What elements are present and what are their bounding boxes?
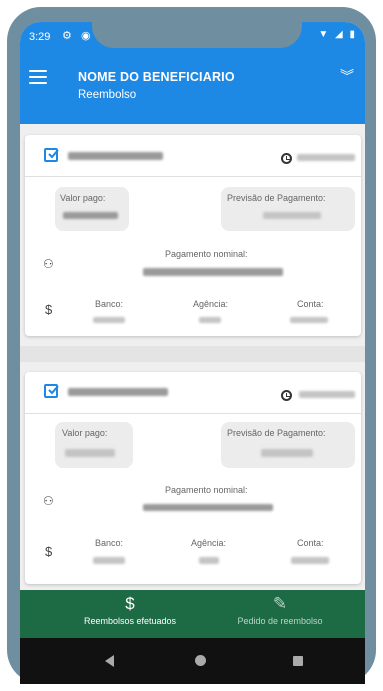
- list-separator: [20, 346, 365, 362]
- clock-icon: [281, 153, 292, 164]
- signal-icon: ◢: [335, 29, 345, 40]
- redacted-conta: [290, 317, 328, 323]
- clock-icon: [281, 390, 292, 401]
- page-title: NOME DO BENEFICIARIO: [78, 70, 235, 84]
- status-right-icons: ▼ ◢ ▮: [318, 29, 357, 40]
- person-check-icon: ⚇: [43, 494, 54, 508]
- nav-pedido-de-reembolso[interactable]: ✎ Pedido de reembolso: [215, 590, 345, 638]
- nav-label: Reembolsos efetuados: [83, 616, 177, 626]
- status-time: 3:29: [29, 31, 51, 43]
- checkbox-icon[interactable]: [44, 384, 59, 398]
- redacted-valor: [63, 212, 118, 219]
- conta-label: Conta:: [297, 299, 324, 309]
- previsao-label: Previsão de Pagamento:: [227, 428, 326, 438]
- back-icon[interactable]: [105, 655, 114, 667]
- redacted-banco: [93, 317, 125, 323]
- dollar-icon: $: [45, 302, 53, 317]
- redacted-banco: [93, 557, 125, 564]
- battery-icon: ▮: [349, 29, 357, 40]
- app-bar: NOME DO BENEFICIARIO Reembolso ︾: [20, 52, 365, 124]
- checkbox-icon[interactable]: [44, 148, 59, 162]
- valor-pago-label: Valor pago:: [62, 428, 108, 438]
- redacted-agencia: [199, 317, 221, 323]
- banco-label: Banco:: [95, 299, 124, 309]
- menu-icon[interactable]: [29, 70, 47, 88]
- alert-icon: ◉: [80, 30, 94, 42]
- redacted-conta: [291, 557, 329, 564]
- reimbursement-card[interactable]: Valor pago: Previsão de Pagamento: ⚇ Pag…: [25, 135, 361, 336]
- dollar-icon: $: [125, 594, 135, 613]
- redacted-previsao: [263, 212, 321, 219]
- card-divider: [25, 176, 361, 177]
- phone-notch: [92, 14, 302, 48]
- system-navigation-bar: [20, 638, 365, 684]
- previsao-label: Previsão de Pagamento:: [227, 193, 326, 203]
- phone-screen: 3:29 ⚙ ◉ ▣ ▼ ◢ ▮ NOME DO BENEFICIARIO Re…: [20, 22, 365, 684]
- redacted-agencia: [199, 557, 219, 564]
- valor-pago-label: Valor pago:: [60, 193, 106, 203]
- conta-label: Conta:: [297, 538, 324, 548]
- pagamento-nominal-label: Pagamento nominal:: [165, 249, 248, 259]
- phone-frame: 3:29 ⚙ ◉ ▣ ▼ ◢ ▮ NOME DO BENEFICIARIO Re…: [7, 7, 376, 684]
- redacted-date: [297, 154, 355, 161]
- nav-label: Pedido de reembolso: [237, 616, 323, 626]
- redacted-name: [68, 152, 163, 160]
- chevron-double-down-icon[interactable]: ︾: [340, 69, 354, 83]
- redacted-nominal: [143, 268, 283, 276]
- card-divider: [25, 413, 361, 414]
- redacted-valor: [65, 449, 115, 457]
- edit-icon: ✎: [272, 594, 288, 613]
- pagamento-nominal-label: Pagamento nominal:: [165, 485, 248, 495]
- page-subtitle: Reembolso: [78, 89, 137, 101]
- person-check-icon: ⚇: [43, 257, 54, 271]
- nav-reembolsos-efetuados[interactable]: $ Reembolsos efetuados: [65, 590, 195, 638]
- home-icon[interactable]: [195, 655, 206, 666]
- redacted-nominal: [143, 504, 273, 511]
- redacted-name: [68, 388, 168, 396]
- bottom-navigation: $ Reembolsos efetuados ✎ Pedido de reemb…: [20, 590, 365, 638]
- banco-label: Banco:: [95, 538, 124, 548]
- agencia-label: Agência:: [191, 538, 227, 548]
- wifi-icon: ▼: [318, 29, 331, 40]
- agencia-label: Agência:: [193, 299, 229, 309]
- reimbursement-card[interactable]: Valor pago: Previsão de Pagamento: ⚇ Pag…: [25, 372, 361, 584]
- recent-apps-icon[interactable]: [293, 656, 303, 666]
- redacted-date: [299, 391, 355, 398]
- redacted-previsao: [261, 449, 313, 457]
- dollar-icon: $: [45, 544, 53, 559]
- gear-icon: ⚙: [62, 30, 75, 42]
